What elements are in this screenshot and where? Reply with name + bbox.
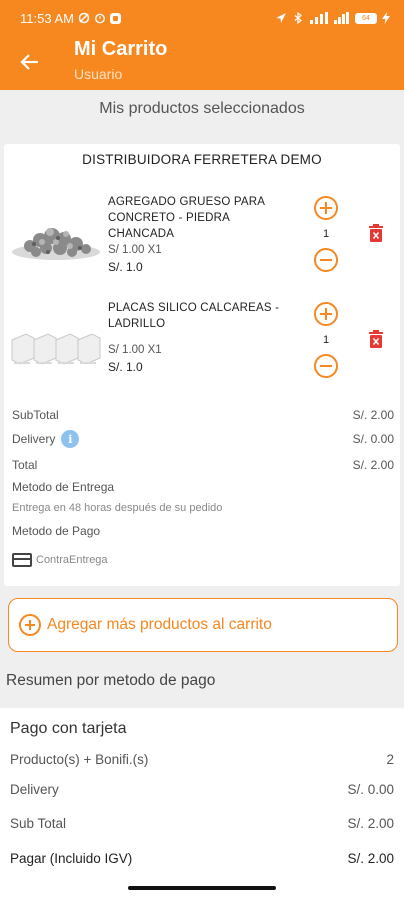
add-more-products-button[interactable]: Agregar más productos al carrito [8,598,398,652]
add-circle-icon [19,614,41,636]
cart-item: AGREGADO GRUESO PARA CONCRETO - PIEDRA C… [4,186,400,286]
add-more-products-label: Agregar más productos al carrito [47,616,272,633]
bricks-image [11,333,101,365]
home-indicator[interactable] [128,886,276,890]
back-button[interactable] [16,48,44,76]
notification-icon [109,12,121,24]
product-total: S/. 1.0 [108,360,143,374]
quantity-value: 1 [322,228,330,240]
product-name: PLACAS SILICO CALCAREAS - LADRILLO [108,302,280,330]
decrease-quantity-button[interactable] [314,354,338,378]
delivery-method-label: Metodo de Entrega [12,480,115,494]
total-row: Total S/. 2.00 [12,458,394,472]
data-saver-icon [78,12,90,24]
payment-type-title: Pago con tarjeta [10,720,127,737]
product-unit-price: S/ 1.00 X1 [108,344,162,356]
increase-quantity-button[interactable] [314,196,338,220]
product-total: S/. 1.0 [108,260,143,274]
summary-value: 2 [386,752,394,767]
app-bar: Mi Carrito Usuario [0,36,404,90]
info-icon[interactable]: i [61,430,80,448]
total-value: S/. 2.00 [352,458,394,472]
signal-2-icon [334,12,349,24]
arrow-left-icon [20,54,38,70]
delivery-method-note-row: Entrega en 48 horas después de su pedido [12,502,394,514]
delivery-row: Delivery i S/. 0.00 [12,430,394,448]
page-title: Mi Carrito [74,38,168,60]
store-card: DISTRIBUIDORA FERRETERA DEMO AGREGADO GR… [4,144,400,586]
delivery-value: S/. 0.00 [352,432,394,446]
cart-item: PLACAS SILICO CALCAREAS - LADRILLO S/ 1.… [4,296,400,396]
delivery-method-row: Metodo de Entrega [12,480,394,494]
charging-icon [382,12,390,24]
delete-item-button[interactable] [368,330,384,348]
summary-label: Pagar (Incluido IGV) [10,851,133,866]
decrease-quantity-button[interactable] [314,248,338,272]
summary-value: S/. 0.00 [347,782,394,797]
delete-item-button[interactable] [368,224,384,242]
navigation-bar [0,882,404,900]
payment-method-value: ContraEntrega [36,554,108,566]
battery-icon: 64 [355,12,377,24]
status-bar: 11:53 AM 64 [0,0,404,36]
total-label: Total [12,458,38,472]
subtotal-label: SubTotal [12,408,59,422]
delivery-method-note: Entrega en 48 horas después de su pedido [12,502,223,514]
summary-row-total: Pagar (Incluido IGV) S/. 2.00 [10,851,394,866]
summary-label: Delivery [10,782,59,797]
summary-value: S/. 2.00 [347,851,394,866]
bluetooth-icon [294,12,302,24]
summary-row-products: Producto(s) + Bonifi.(s) 2 [10,752,394,767]
signal-icon [310,12,328,24]
increase-quantity-button[interactable] [314,302,338,326]
alarm-icon [95,13,105,24]
payment-method-value-row: ContraEntrega [12,553,394,567]
summary-row-delivery: Delivery S/. 0.00 [10,782,394,797]
delivery-label: Delivery [12,432,56,446]
payment-method-row: Metodo de Pago [12,524,394,538]
subtotal-value: S/. 2.00 [352,408,394,422]
page-subtitle: Usuario [74,66,123,82]
product-unit-price: S/ 1.00 X1 [108,244,162,256]
location-icon [276,13,286,23]
subtotal-row: SubTotal S/. 2.00 [12,408,394,422]
payment-summary-card: Pago con tarjeta Producto(s) + Bonifi.(s… [0,708,404,882]
product-name: AGREGADO GRUESO PARA CONCRETO - PIEDRA C… [108,196,265,240]
status-time: 11:53 AM [20,10,74,26]
section-title: Mis productos seleccionados [99,100,305,117]
quantity-value: 1 [322,334,330,346]
store-name: DISTRIBUIDORA FERRETERA DEMO [82,152,322,167]
summary-label: Producto(s) + Bonifi.(s) [10,752,149,767]
credit-card-icon [12,553,32,567]
summary-row-subtotal: Sub Total S/. 2.00 [10,816,394,831]
summary-title: Resumen por metodo de pago [6,672,216,689]
summary-value: S/. 2.00 [347,816,394,831]
gravel-image [12,228,100,260]
payment-method-label: Metodo de Pago [12,524,101,538]
summary-label: Sub Total [10,816,67,831]
